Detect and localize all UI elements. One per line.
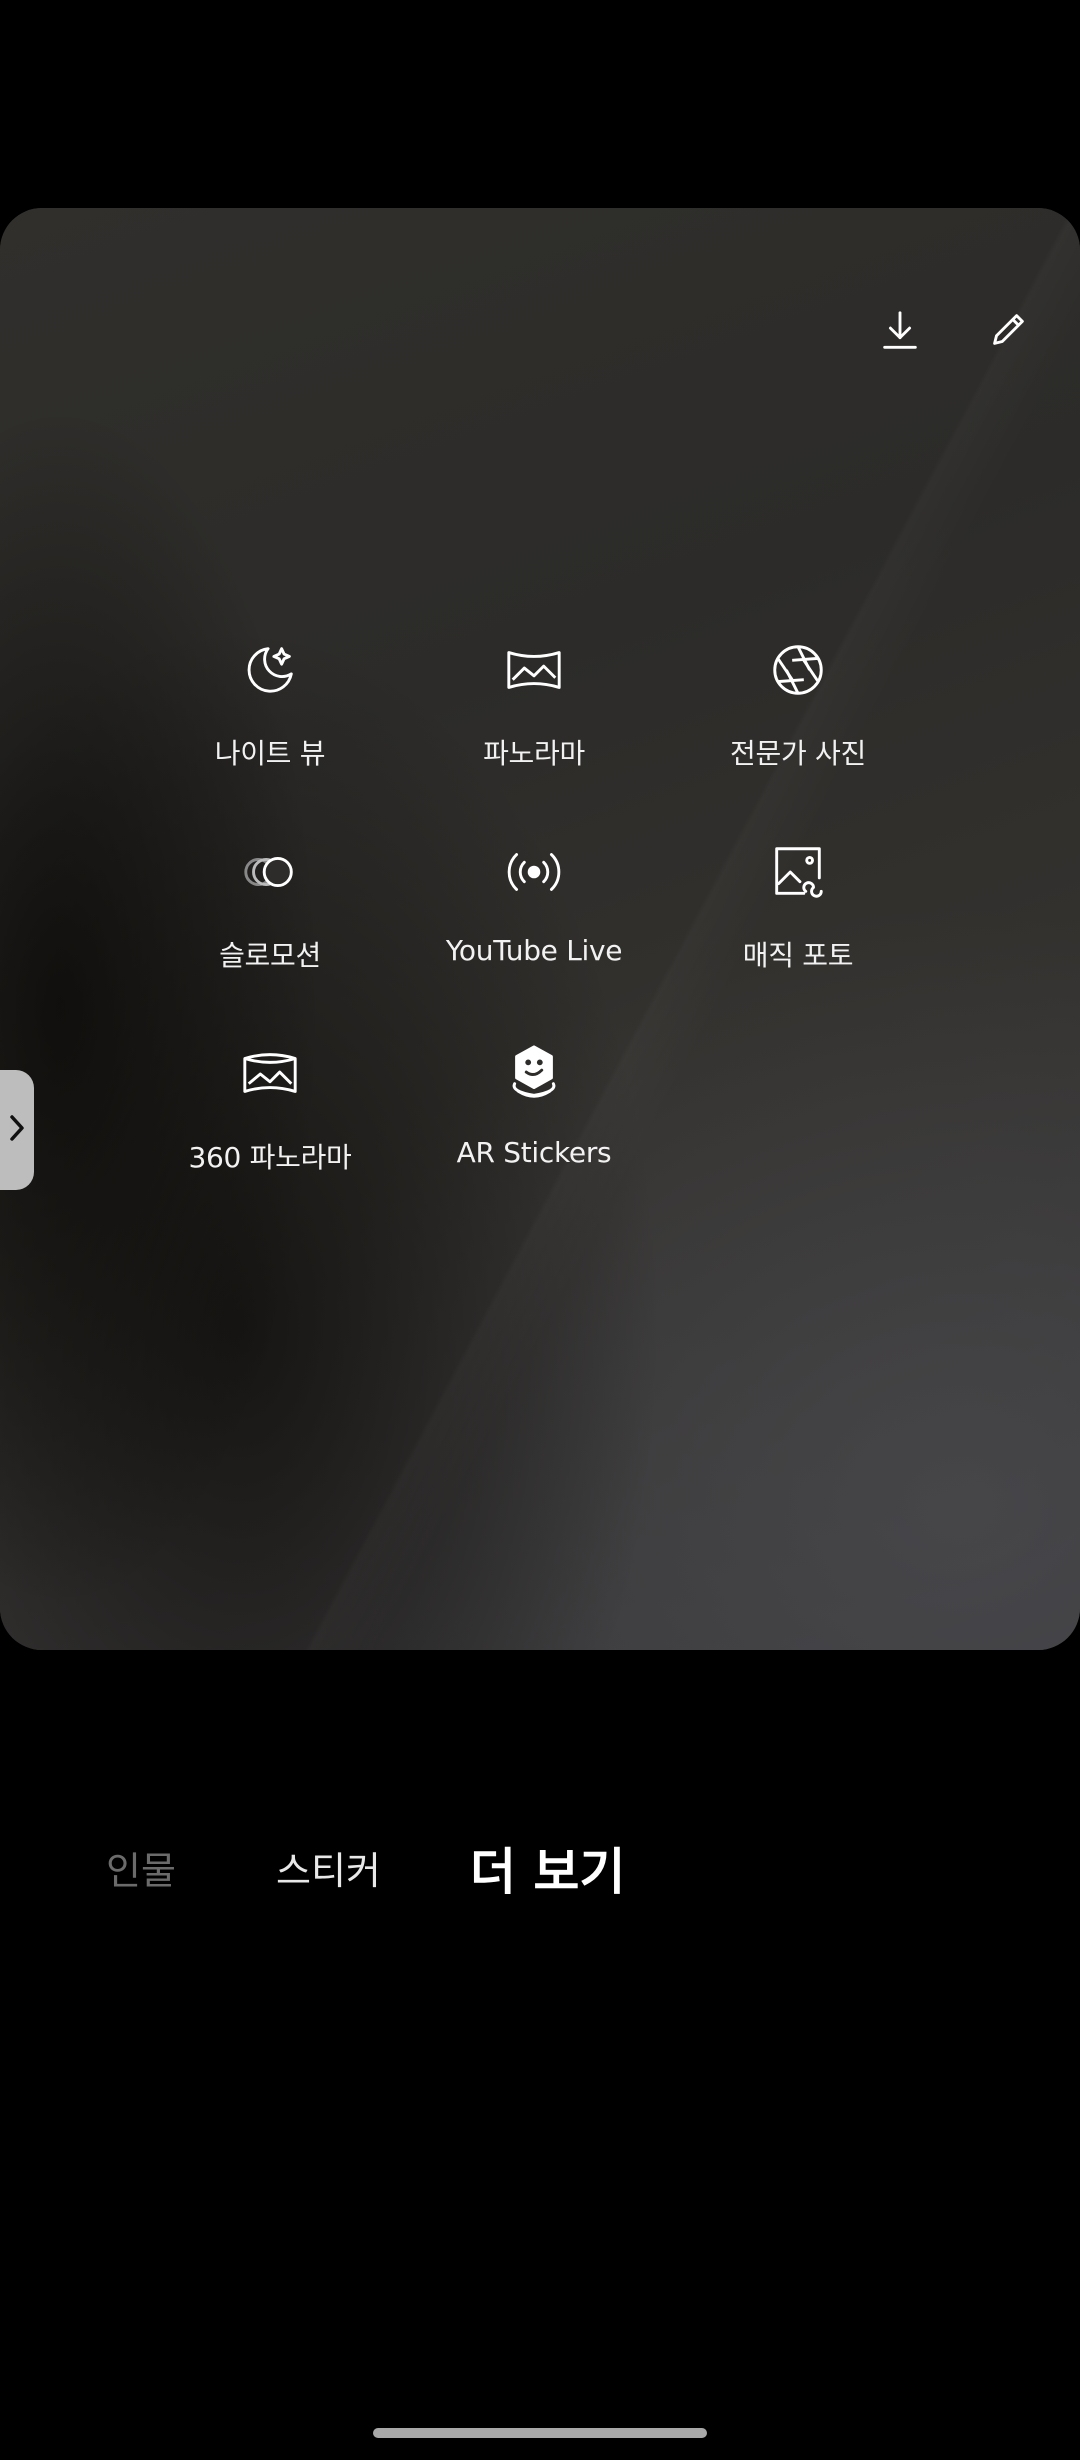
- mode-pro-photo[interactable]: 전문가 사진: [666, 630, 930, 772]
- mode-youtube-live[interactable]: YouTube Live: [402, 832, 666, 974]
- mode-panorama[interactable]: 파노라마: [402, 630, 666, 772]
- mode-label: 360 파노라마: [188, 1141, 352, 1174]
- more-modes-grid: 나이트 뷰 파노라마 전문가 사진 슬로모션 YouTube Live 매직 포…: [138, 630, 938, 1176]
- mode-night-view[interactable]: 나이트 뷰: [138, 630, 402, 772]
- aperture-icon: [758, 630, 838, 710]
- ar-stickers-icon: [494, 1034, 574, 1114]
- mode-label: 전문가 사진: [730, 737, 866, 770]
- tab-more[interactable]: 더 보기: [470, 1832, 625, 1904]
- pencil-icon: [985, 307, 1031, 357]
- mode-label: 파노라마: [483, 737, 585, 770]
- slow-motion-icon: [230, 832, 310, 912]
- tab-portrait[interactable]: 인물: [106, 1840, 176, 1895]
- mode-label: YouTube Live: [445, 934, 623, 967]
- mode-ar-stickers[interactable]: AR Stickers: [402, 1034, 666, 1176]
- broadcast-icon: [494, 832, 574, 912]
- panorama-icon: [494, 630, 574, 710]
- download-button[interactable]: [868, 300, 932, 364]
- side-panel-handle[interactable]: [0, 1070, 34, 1190]
- mode-label: AR Stickers: [456, 1136, 612, 1169]
- camera-mode-tabs: 인물 스티커 더 보기: [0, 1840, 1080, 1920]
- moon-star-icon: [230, 630, 310, 710]
- panorama-360-icon: [230, 1034, 310, 1114]
- mode-label: 나이트 뷰: [214, 737, 326, 770]
- home-indicator[interactable]: [373, 2428, 707, 2438]
- mode-label: 매직 포토: [742, 939, 854, 972]
- mode-slow-motion[interactable]: 슬로모션: [138, 832, 402, 974]
- magic-photo-icon: [758, 832, 838, 912]
- tab-stickers[interactable]: 스티커: [276, 1840, 381, 1895]
- camera-screen: 나이트 뷰 파노라마 전문가 사진 슬로모션 YouTube Live 매직 포…: [0, 0, 1080, 2460]
- more-modes-actions: [868, 300, 1040, 364]
- chevron-right-icon: [6, 1111, 28, 1149]
- edit-button[interactable]: [976, 300, 1040, 364]
- mode-360-panorama[interactable]: 360 파노라마: [138, 1034, 402, 1176]
- mode-label: 슬로모션: [219, 939, 321, 972]
- download-icon: [877, 307, 923, 357]
- mode-magic-photo[interactable]: 매직 포토: [666, 832, 930, 974]
